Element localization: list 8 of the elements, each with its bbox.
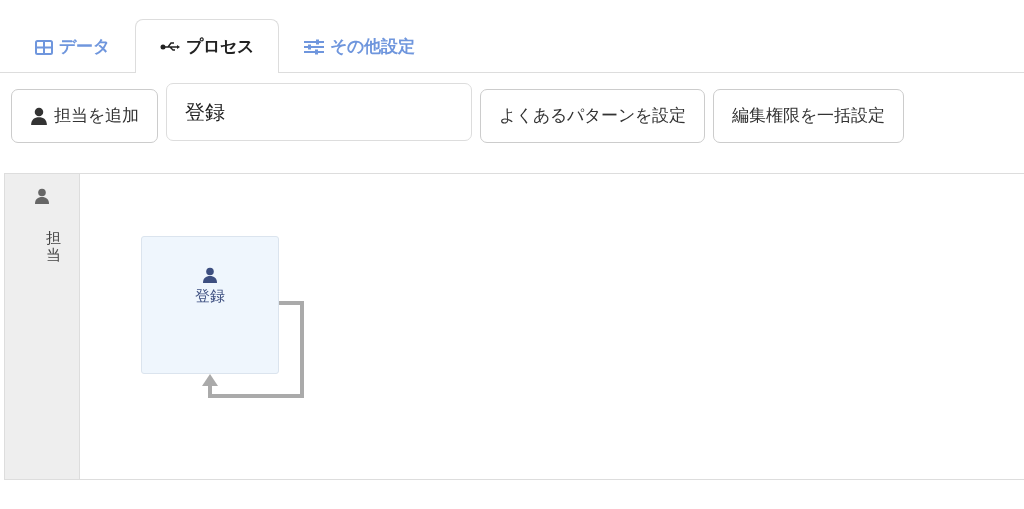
name-field[interactable]: 登録	[166, 83, 472, 141]
process-node[interactable]: 登録	[141, 236, 279, 374]
tab[interactable]: プロセス	[135, 19, 279, 73]
toolbar-button[interactable]: 編集権限を一括設定	[713, 89, 904, 143]
toolbar-button[interactable]: よくあるパターンを設定	[480, 89, 705, 143]
lane-label: 担当	[45, 230, 61, 263]
add-assignee-button[interactable]: 担当を追加	[11, 89, 158, 143]
node-label: 登録	[195, 286, 225, 307]
